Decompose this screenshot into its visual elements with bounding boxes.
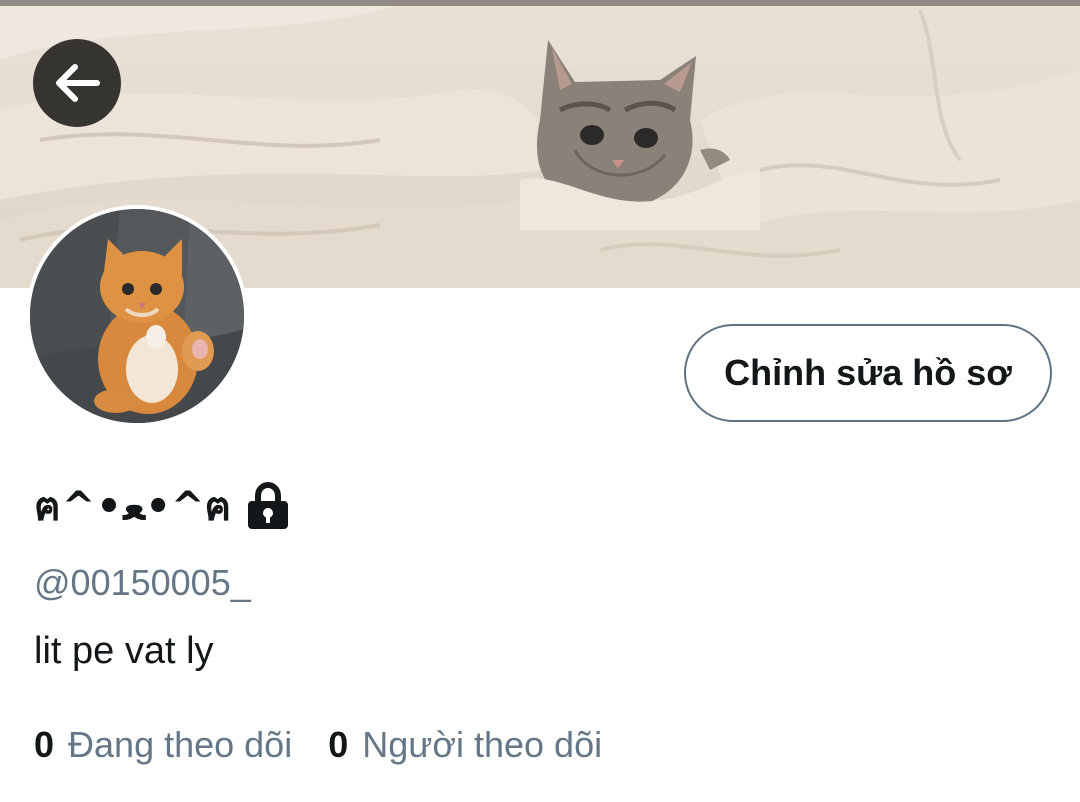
following-count: 0: [34, 724, 55, 765]
following-label: Đang theo dõi: [68, 724, 293, 765]
back-button[interactable]: [33, 39, 121, 127]
followers-stat[interactable]: 0 Người theo dõi: [328, 724, 602, 766]
followers-count: 0: [328, 724, 349, 765]
display-name-row: ฅ^•ﻌ•^ฅ: [34, 478, 290, 534]
banner-top-line: [0, 0, 1080, 6]
lock-icon: [246, 481, 290, 530]
display-name: ฅ^•ﻌ•^ฅ: [34, 484, 233, 530]
arrow-left-icon: [56, 64, 100, 102]
following-stat[interactable]: 0 Đang theo dõi: [34, 724, 292, 766]
avatar[interactable]: [26, 205, 248, 427]
edit-profile-button[interactable]: Chỉnh sửa hồ sơ: [684, 324, 1052, 422]
orange-kitten-image: [30, 209, 244, 423]
bio-text: lit pe vat ly: [34, 630, 214, 672]
username-handle: @00150005_: [34, 562, 251, 603]
follow-stats: 0 Đang theo dõi 0 Người theo dõi: [34, 724, 638, 766]
followers-label: Người theo dõi: [362, 724, 603, 765]
